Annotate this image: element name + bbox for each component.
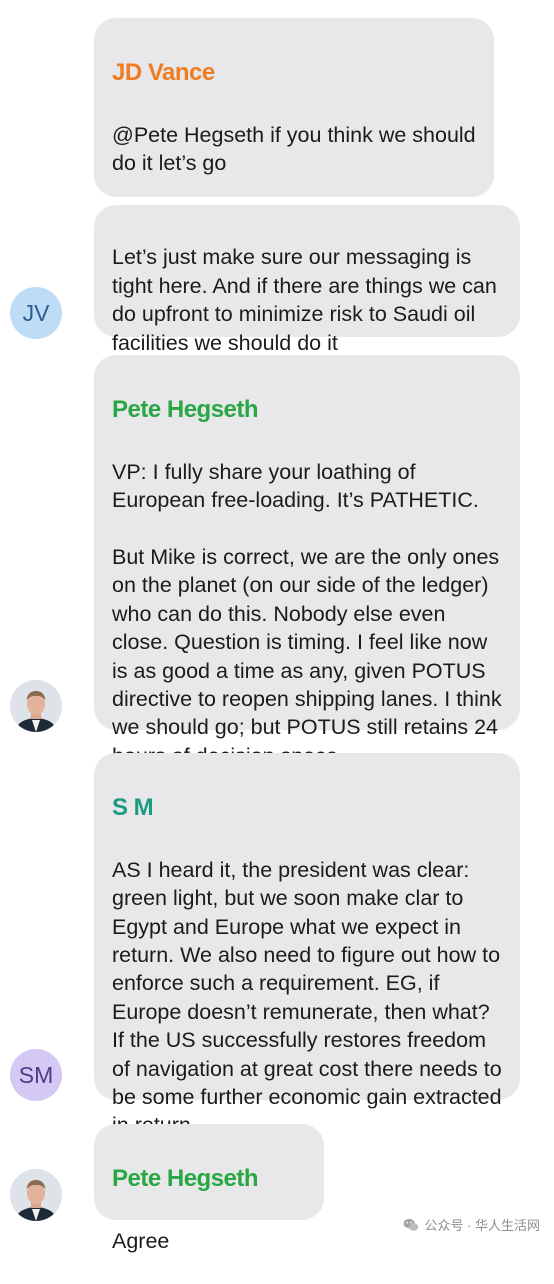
message-text: Let’s just make sure our messaging is ti… [112, 245, 497, 355]
message-text: Agree [112, 1228, 170, 1253]
message-text: AS I heard it, the president was clear: … [112, 857, 502, 1138]
avatar-pete-hegseth[interactable] [10, 1169, 62, 1221]
sender-name: Pete Hegseth [112, 396, 259, 424]
message-text: VP: I fully share your loathing of Europ… [112, 459, 502, 768]
sender-name: S M [112, 794, 154, 822]
message-bubble-1: JD Vance @Pete Hegseth if you think we s… [94, 18, 494, 232]
message-bubble-4: S M AS I heard it, the president was cle… [94, 753, 520, 1137]
sender-name: Pete Hegseth [112, 1165, 259, 1193]
avatar-initials: SM [18, 1061, 54, 1088]
message-bubble-2: Let’s just make sure our messaging is ti… [94, 205, 520, 355]
avatar-sm[interactable]: SM [10, 1049, 62, 1101]
avatar-jv[interactable]: JV [10, 287, 62, 339]
avatar-pete-hegseth[interactable] [10, 680, 62, 732]
avatar-initials: JV [22, 299, 50, 326]
person-photo-icon [10, 680, 62, 732]
person-photo-icon [10, 1169, 62, 1221]
watermark-text: 公众号 · 华人生活网 [424, 1218, 540, 1233]
sender-name: JD Vance [112, 59, 215, 87]
message-bubble-5: Pete Hegseth Agree [94, 1124, 324, 1253]
watermark: 公众号 · 华人生活网 [403, 1215, 540, 1234]
message-bubble-3: Pete Hegseth VP: I fully share your loat… [94, 355, 520, 768]
wechat-icon [404, 1218, 419, 1231]
